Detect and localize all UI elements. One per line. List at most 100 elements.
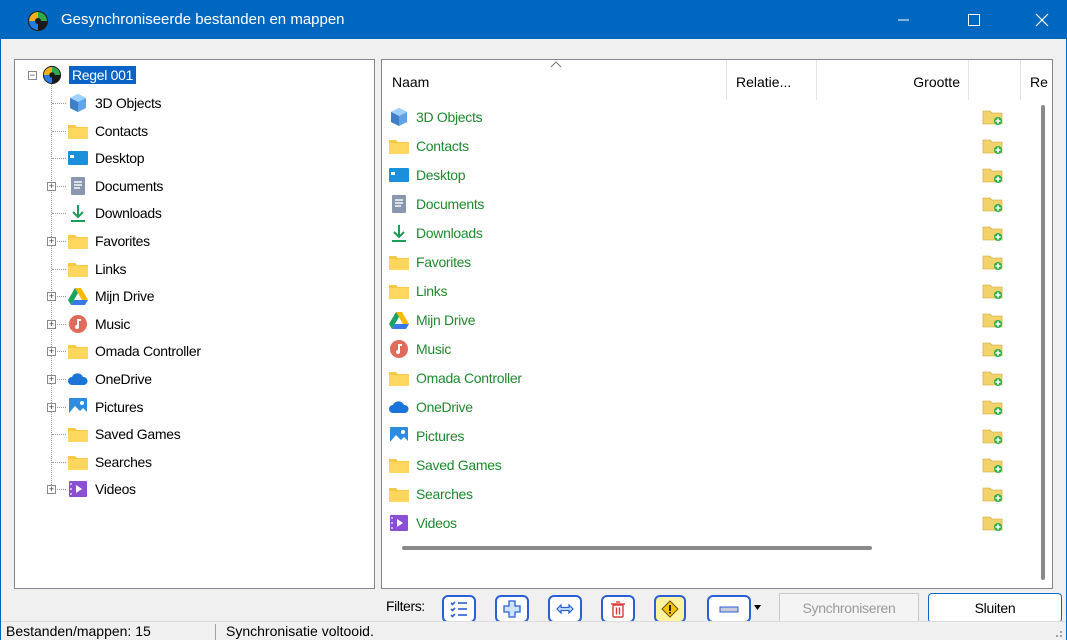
tree-root-label: Regel 001 xyxy=(67,65,138,85)
folder-add-icon[interactable] xyxy=(982,137,1004,155)
folder-add-icon[interactable] xyxy=(982,311,1004,329)
tree-item[interactable]: Downloads xyxy=(67,200,162,226)
list-item[interactable]: Music xyxy=(388,334,1033,363)
folder-add-icon[interactable] xyxy=(982,427,1004,445)
tree-item[interactable]: Desktop xyxy=(67,145,145,171)
tree-item-label: Mijn Drive xyxy=(95,288,155,305)
list-item[interactable]: Downloads xyxy=(388,218,1033,247)
tree-item[interactable]: Music xyxy=(67,311,130,337)
status-count: Bestanden/mappen: 15 xyxy=(6,623,151,639)
pictures-icon xyxy=(67,397,89,417)
close-button[interactable]: Sluiten xyxy=(928,593,1062,623)
tree-expand-toggle[interactable]: + xyxy=(47,347,56,357)
horizontal-scroll-thumb[interactable] xyxy=(402,546,872,550)
tree-item[interactable]: Searches xyxy=(67,449,152,475)
column-re-label: Re xyxy=(1030,74,1048,90)
tree-expand-toggle[interactable]: + xyxy=(47,237,56,246)
tree-item[interactable]: Favorites xyxy=(67,228,150,254)
tree-item[interactable]: 3D Objects xyxy=(67,90,162,116)
vertical-scrollbar[interactable] xyxy=(1036,102,1052,588)
tree-item-label: OneDrive xyxy=(95,371,152,387)
list-item[interactable]: Videos xyxy=(388,508,1033,537)
resize-grip-icon[interactable] xyxy=(1051,626,1063,638)
filter-conflict-button[interactable] xyxy=(654,595,686,623)
tree-item[interactable]: Documents xyxy=(67,173,163,199)
minimize-icon xyxy=(898,19,909,21)
tree-root-regel[interactable]: Regel 001 xyxy=(41,62,138,88)
status-separator xyxy=(215,624,216,640)
tree-item[interactable]: Videos xyxy=(67,476,136,502)
filter-equal-button[interactable] xyxy=(707,595,751,623)
folder-add-icon[interactable] xyxy=(982,456,1004,474)
list-item[interactable]: 3D Objects xyxy=(388,102,1033,131)
column-header-action[interactable] xyxy=(969,60,1021,100)
list-item[interactable]: Contacts xyxy=(388,131,1033,160)
folder-add-icon[interactable] xyxy=(982,340,1004,358)
list-item[interactable]: Links xyxy=(388,276,1033,305)
tree-expand-toggle[interactable]: + xyxy=(47,181,56,191)
list-item[interactable]: Documents xyxy=(388,189,1033,218)
folder-add-icon[interactable] xyxy=(982,369,1004,387)
folder-icon xyxy=(388,281,410,301)
folder-tree[interactable]: − Regel 001 3D Objects Contacts Desktop + Do… xyxy=(14,59,375,589)
folder-add-icon[interactable] xyxy=(982,195,1004,213)
tree-expand-toggle[interactable]: + xyxy=(47,319,56,329)
tree-item[interactable]: Links xyxy=(67,256,126,282)
tree-collapse-toggle[interactable]: − xyxy=(28,71,37,80)
folder-add-icon[interactable] xyxy=(982,282,1004,300)
folder-icon xyxy=(67,452,89,472)
3d-objects-icon xyxy=(388,107,410,127)
list-item[interactable]: Mijn Drive xyxy=(388,305,1033,334)
folder-icon xyxy=(67,424,89,444)
tree-item[interactable]: Mijn Drive xyxy=(67,283,155,309)
column-header-size[interactable]: Grootte xyxy=(817,60,969,100)
synchronize-button[interactable]: Synchroniseren xyxy=(779,593,919,623)
folder-add-icon[interactable] xyxy=(982,224,1004,242)
filter-all-button[interactable] xyxy=(442,595,476,623)
tree-expand-toggle[interactable]: + xyxy=(47,292,56,302)
minimize-button[interactable] xyxy=(881,1,927,39)
tree-item[interactable]: Contacts xyxy=(67,118,148,144)
column-header-re[interactable]: Re xyxy=(1021,60,1052,100)
tree-expand-toggle[interactable]: + xyxy=(47,402,56,412)
sort-ascending-icon xyxy=(550,61,562,68)
list-item[interactable]: Pictures xyxy=(388,421,1033,450)
folder-add-icon[interactable] xyxy=(982,166,1004,184)
folder-add-icon[interactable] xyxy=(982,108,1004,126)
tree-guide-branch xyxy=(52,213,66,215)
maximize-button[interactable] xyxy=(951,1,997,39)
list-item[interactable]: OneDrive xyxy=(388,392,1033,421)
maximize-icon xyxy=(968,14,980,26)
close-window-button[interactable] xyxy=(1019,1,1065,39)
file-list[interactable]: Naam Relatie... Grootte Re 3D Objects Con… xyxy=(381,59,1053,589)
list-item[interactable]: Favorites xyxy=(388,247,1033,276)
folder-add-icon[interactable] xyxy=(982,514,1004,532)
scroll-thumb[interactable] xyxy=(1041,105,1045,580)
tree-item[interactable]: OneDrive xyxy=(67,366,152,392)
list-item[interactable]: Saved Games xyxy=(388,450,1033,479)
column-header-relation[interactable]: Relatie... xyxy=(727,60,817,100)
dropdown-arrow-icon[interactable] xyxy=(754,604,762,612)
list-item-name: Music xyxy=(416,340,452,357)
folder-add-icon[interactable] xyxy=(982,485,1004,503)
folder-add-icon[interactable] xyxy=(982,398,1004,416)
filter-changed-button[interactable] xyxy=(548,595,582,623)
list-item[interactable]: Omada Controller xyxy=(388,363,1033,392)
folder-icon xyxy=(388,136,410,156)
folder-add-icon[interactable] xyxy=(982,253,1004,271)
tree-item[interactable]: Saved Games xyxy=(67,421,181,447)
tree-expand-toggle[interactable]: + xyxy=(47,375,56,384)
filter-new-button[interactable] xyxy=(495,595,529,623)
tree-item-label: Pictures xyxy=(95,398,144,415)
tree-expand-toggle[interactable]: + xyxy=(47,485,56,495)
tree-item[interactable]: Omada Controller xyxy=(67,338,201,364)
desktop-icon xyxy=(67,148,89,168)
column-header-name[interactable]: Naam xyxy=(382,60,727,100)
list-item[interactable]: Searches xyxy=(388,479,1033,508)
list-item-name: 3D Objects xyxy=(416,108,483,125)
swap-icon xyxy=(556,603,574,615)
list-item[interactable]: Desktop xyxy=(388,160,1033,189)
column-relation-label: Relatie... xyxy=(736,74,792,90)
filter-deleted-button[interactable] xyxy=(601,595,635,623)
tree-item[interactable]: Pictures xyxy=(67,394,143,420)
